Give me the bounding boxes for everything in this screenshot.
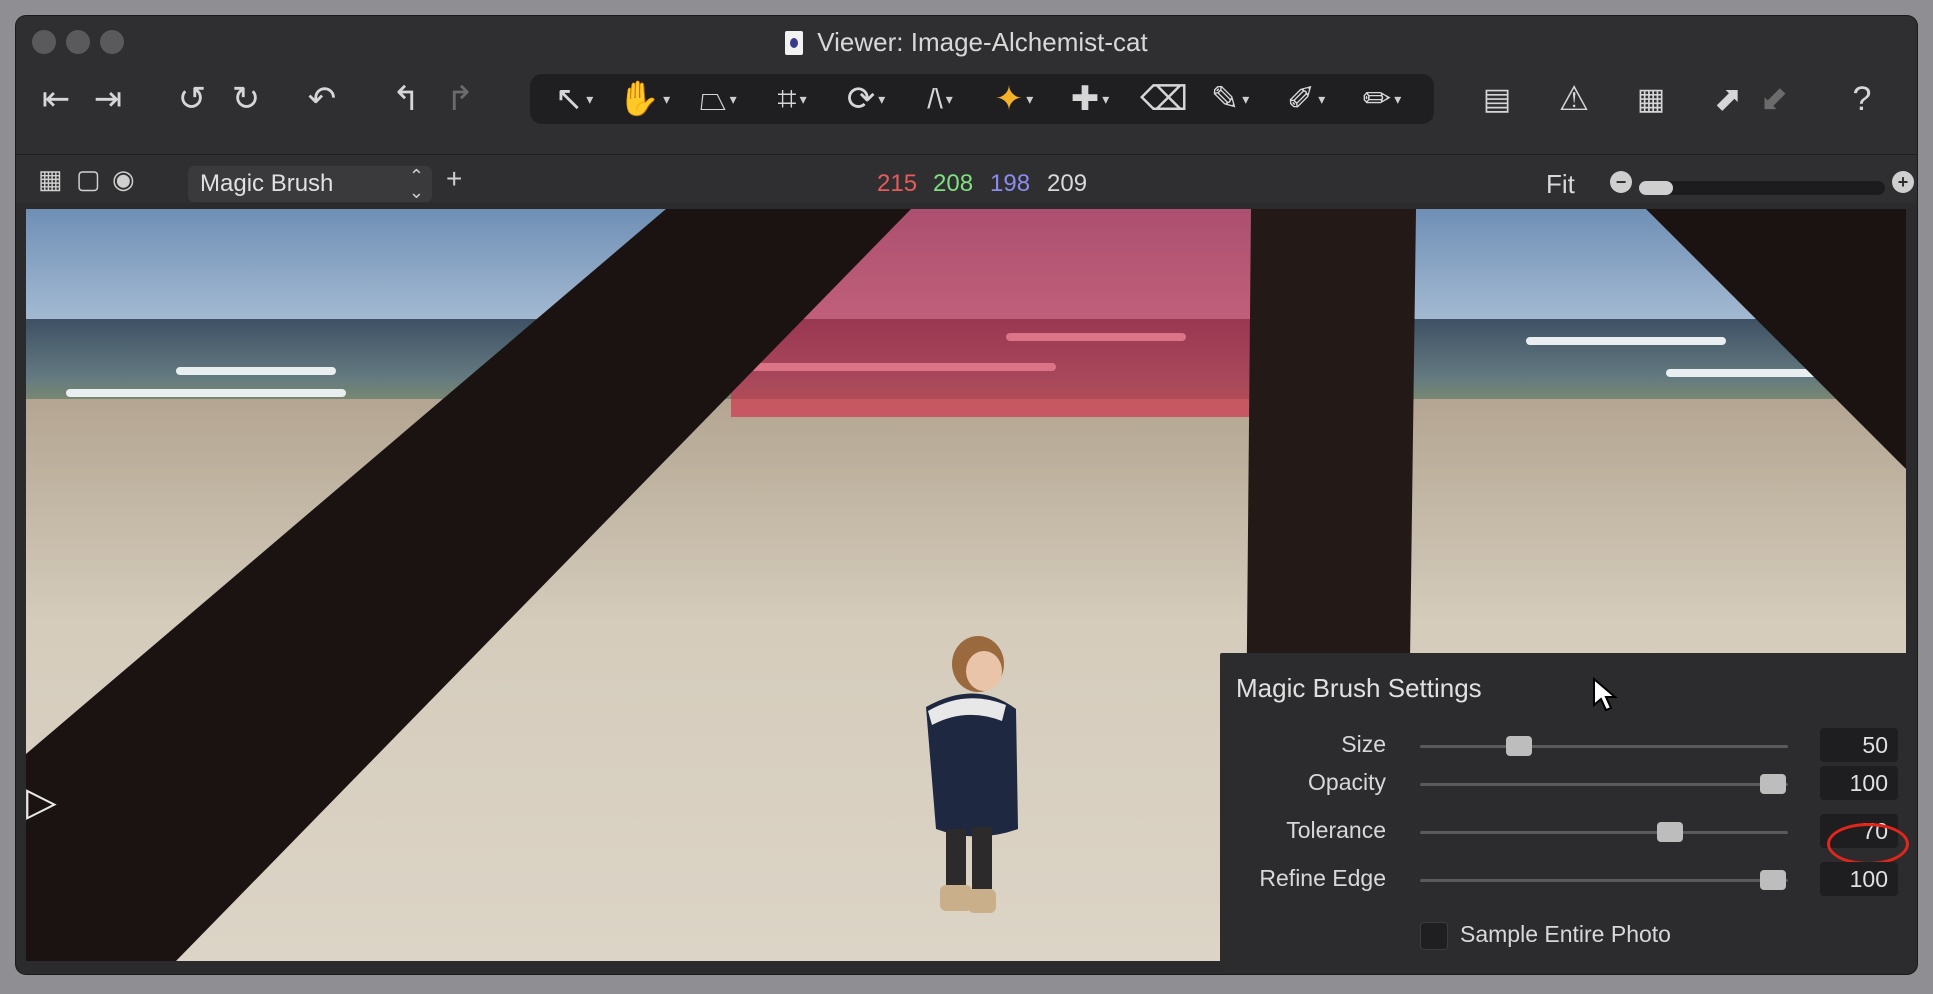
child-drawing [926, 636, 1018, 913]
opacity-value-field[interactable]: 100 [1820, 766, 1898, 800]
rotate-right-icon[interactable]: ↻ [226, 76, 266, 122]
opacity-slider[interactable] [1420, 774, 1788, 794]
sidebar-toggle-icon[interactable]: ▷ [26, 779, 57, 825]
grid-overlay-icon[interactable]: ▦ [1626, 76, 1676, 122]
straighten-tool-icon[interactable]: /\ ▾ [912, 76, 968, 122]
healing-tool-icon[interactable]: ✚ ▾ [1062, 76, 1118, 122]
crop-tool-icon[interactable]: ⌗ ▾ [764, 76, 820, 122]
refine-edge-value-field[interactable]: 100 [1820, 862, 1898, 896]
exposure-warning-icon[interactable]: ⚠ [1552, 76, 1596, 122]
red-readout: 215 [877, 170, 918, 197]
keystone-tool-icon[interactable]: ⏢ ▾ [690, 76, 746, 122]
viewer-window: Viewer: Image-Alchemist-cat ⇤ ⇥ ↺ ↻ ↶ ↰ … [16, 16, 1917, 974]
fit-button[interactable]: Fit [1546, 166, 1575, 202]
mouse-pointer-icon [1593, 677, 1618, 712]
undo-icon[interactable]: ↶ [302, 76, 342, 122]
panel-title: Magic Brush Settings [1236, 673, 1482, 703]
zoom-slider-fill [1639, 181, 1674, 195]
child-figure [906, 629, 1046, 934]
export-icon[interactable]: ⬈ [1706, 76, 1750, 122]
size-slider[interactable] [1420, 736, 1788, 756]
size-value-field[interactable]: 50 [1820, 728, 1898, 762]
magic-brush-tool-icon[interactable]: ✦ ▾ [986, 76, 1042, 122]
draw-mask-tool-icon[interactable]: ✏ ▾ [1354, 76, 1410, 122]
refine-edge-slider[interactable] [1420, 870, 1788, 890]
zoom-slider[interactable] [1639, 181, 1885, 195]
select-tool-icon[interactable]: ↖ ▾ [546, 76, 602, 122]
luminance-readout: 209 [1047, 170, 1088, 197]
zoom-in-icon[interactable]: + [1892, 171, 1914, 193]
tolerance-slider[interactable] [1420, 822, 1788, 842]
zoom-out-icon[interactable]: − [1610, 171, 1632, 193]
previous-image-icon[interactable]: ⇤ [32, 76, 80, 122]
picker-tool-icon[interactable]: ✎ ▾ [1202, 76, 1258, 122]
grid-view-icon[interactable]: ▤ [1472, 76, 1522, 122]
size-slider-thumb[interactable] [1506, 736, 1533, 756]
redo-step-icon[interactable]: ↱ [440, 76, 480, 122]
rotate-tool-icon[interactable]: ⟳ ▾ [838, 76, 894, 122]
help-icon[interactable]: ? [1842, 76, 1882, 122]
pan-tool-icon[interactable]: ✋ ▾ [616, 76, 672, 122]
magic-brush-settings-panel: Magic Brush Settings Size 50 Opacity 100… [1220, 653, 1916, 971]
brush-tool-icon[interactable]: ✐ ▾ [1278, 76, 1334, 122]
single-view-icon[interactable]: ▢ [76, 164, 101, 194]
import-icon[interactable]: ⬋ [1752, 76, 1796, 122]
tolerance-slider-thumb[interactable] [1657, 822, 1684, 842]
sample-entire-photo-checkbox[interactable] [1420, 922, 1448, 950]
eraser-tool-icon[interactable]: ⌫ [1140, 76, 1188, 122]
next-image-icon[interactable]: ⇥ [84, 76, 132, 122]
rotate-left-icon[interactable]: ↺ [172, 76, 212, 122]
window-title-text: Viewer: Image-Alchemist-cat [817, 27, 1148, 57]
green-readout: 208 [933, 170, 974, 197]
proof-view-icon[interactable]: ◉ [112, 164, 135, 194]
select-arrows-icon: ⌃ ⌄ [408, 166, 424, 202]
opacity-label: Opacity [1308, 769, 1386, 795]
size-label: Size [1341, 731, 1386, 757]
tool-select-value: Magic Brush [200, 170, 334, 197]
refine-edge-slider-thumb[interactable] [1760, 870, 1787, 890]
undo-step-icon[interactable]: ↰ [386, 76, 426, 122]
blue-readout: 198 [990, 170, 1031, 197]
opacity-slider-thumb[interactable] [1760, 774, 1787, 794]
highlight-circle [1827, 823, 1909, 865]
tolerance-label: Tolerance [1286, 817, 1386, 843]
tool-select[interactable]: Magic Brush ⌃ ⌄ [188, 166, 432, 202]
sample-entire-photo-label: Sample Entire Photo [1460, 921, 1671, 947]
refine-edge-label: Refine Edge [1259, 865, 1386, 891]
add-icon[interactable]: + [446, 164, 462, 194]
multi-view-icon[interactable]: ▦ [38, 164, 63, 194]
document-icon [785, 31, 804, 55]
window-title: Viewer: Image-Alchemist-cat [16, 24, 1917, 60]
